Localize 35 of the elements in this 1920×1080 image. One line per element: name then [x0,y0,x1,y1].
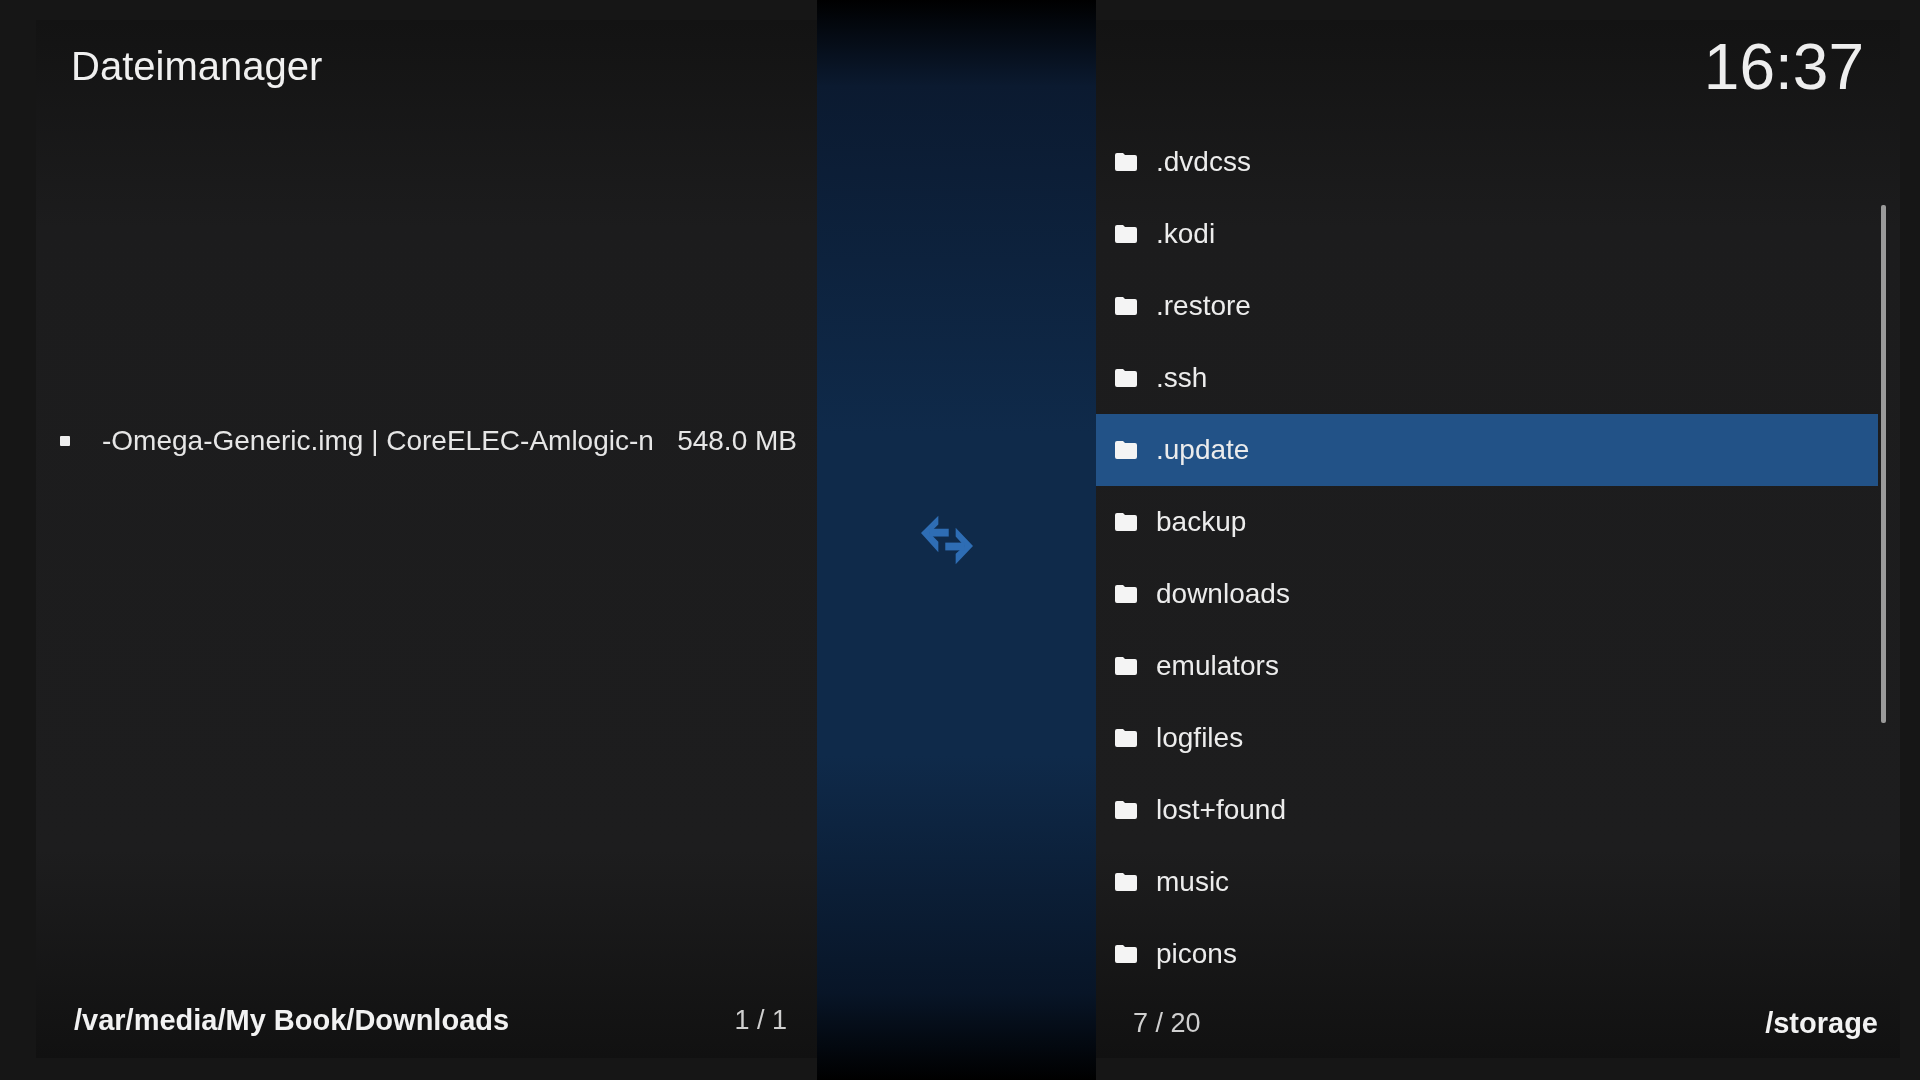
folder-icon [1114,511,1138,532]
clock: 16:37 [1702,30,1865,105]
folder-row[interactable]: emulators [1096,629,1878,702]
file-name: -Omega-Generic.img | CoreELEC-Amlogic-n [102,425,655,457]
folder-row[interactable]: picons [1096,917,1878,990]
folder-row[interactable]: .restore [1096,269,1878,342]
folder-path: /var/media/My Book/Downloads [74,1003,510,1037]
folder-icon [1114,871,1138,892]
folder-icon [1114,295,1138,316]
folder-icon [1114,799,1138,820]
folder-row[interactable]: lost+found [1096,773,1878,846]
folder-icon [1114,439,1138,460]
folder-icon [1114,583,1138,604]
folder-row[interactable]: .dvdcss [1096,125,1878,198]
bullet-icon [60,436,70,446]
folder-icon [1114,367,1138,388]
file-size: 548.0 MB [677,425,797,457]
file-row[interactable]: -Omega-Generic.img | CoreELEC-Amlogic-n 548.0 MB [36,405,817,477]
folder-row[interactable]: backup [1096,485,1878,558]
item-count: 7 / 20 [1133,1008,1201,1040]
folder-row[interactable]: .kodi [1096,197,1878,270]
folder-icon [1114,727,1138,748]
folder-icon [1114,943,1138,964]
folder-path: /storage [1765,1007,1878,1041]
folder-icon [1114,151,1138,172]
folder-row[interactable]: music [1096,845,1878,918]
folder-row[interactable]: .ssh [1096,341,1878,414]
folder-row[interactable]: .update [1096,413,1878,486]
folder-row[interactable]: downloads [1096,557,1878,630]
scrollbar[interactable] [1881,205,1886,723]
item-count: 1 / 1 [734,1004,787,1036]
window-title: Dateimanager [70,43,324,90]
folder-row[interactable]: logfiles [1096,701,1878,774]
folder-icon [1114,223,1138,244]
folder-icon [1114,655,1138,676]
